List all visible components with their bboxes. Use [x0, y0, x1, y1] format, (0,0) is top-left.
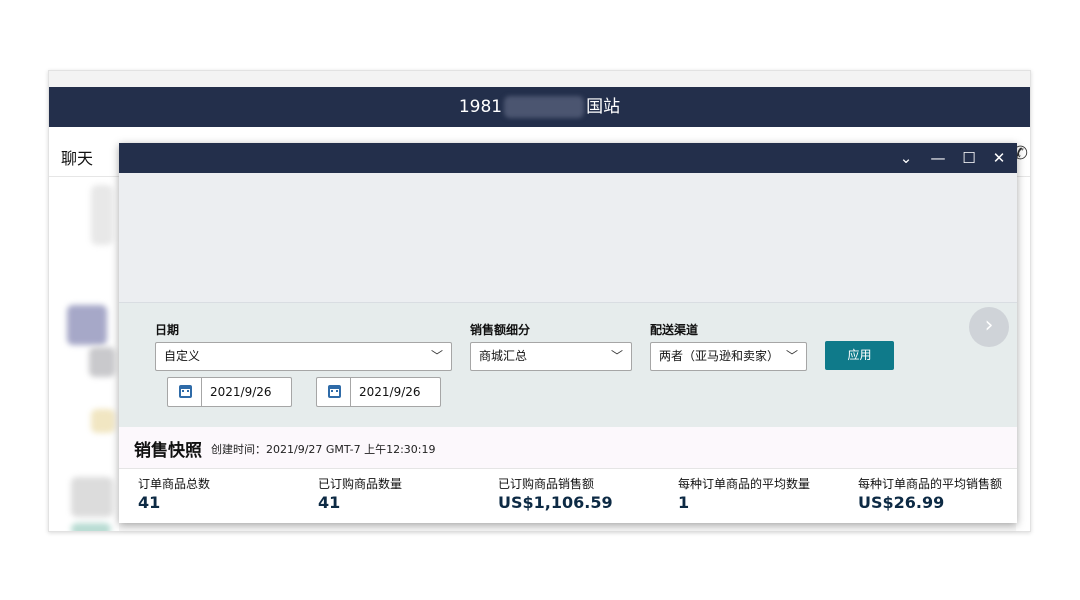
metric-total-order-items: 订单商品总数 41: [138, 475, 210, 512]
metric-value: US$1,106.59: [498, 493, 613, 512]
snapshot-header: 销售快照 创建时间：2021/9/27 GMT-7 上午12:30:19: [119, 427, 1017, 469]
minimize-icon[interactable]: —: [923, 143, 953, 173]
metric-label: 已订购商品销售额: [498, 477, 595, 491]
channel-label: 配送渠道: [650, 323, 699, 337]
sales-dialog: ⌄ — ☐ ✕ 日期 自定义 ﹀ 销售额细分 商城汇总 ﹀ 配送渠道 两者（亚马…: [119, 143, 1017, 523]
metric-label: 已订购商品数量: [318, 477, 403, 491]
title-suffix: 国站: [586, 97, 621, 117]
chevron-down-icon[interactable]: ⌄: [891, 143, 921, 173]
metric-value: 1: [678, 493, 690, 512]
background-sidebar: [49, 177, 119, 531]
chevron-down-icon: ﹀: [785, 349, 798, 363]
date-range-select[interactable]: 自定义 ﹀: [155, 342, 452, 371]
screen: 1981 国站 聊天 ✆ ⌄ — ☐ ✕ 日期 自定义 ﹀ 销售额细分 商城汇总…: [0, 0, 1080, 600]
metric-value: 41: [138, 493, 161, 512]
date-range-value: 自定义: [164, 349, 201, 363]
tab-chat[interactable]: 聊天: [61, 145, 94, 179]
breakdown-label: 销售额细分: [470, 323, 531, 337]
metric-value: US$26.99: [858, 493, 945, 512]
close-icon[interactable]: ✕: [984, 143, 1014, 173]
chevron-right-icon[interactable]: ›: [969, 307, 1009, 347]
breakdown-select[interactable]: 商城汇总 ﹀: [470, 342, 632, 371]
metric-units-ordered: 已订购商品数量 41: [318, 475, 402, 512]
channel-value: 两者（亚马逊和卖家）: [659, 349, 780, 363]
end-date-value: 2021/9/26: [359, 385, 421, 399]
end-date-field[interactable]: 2021/9/26: [316, 377, 441, 407]
dialog-empty-area: [119, 173, 1017, 303]
metric-avg-units-per-item: 每种订单商品的平均数量 1: [678, 475, 810, 512]
top-strip: [49, 71, 1030, 87]
calendar-icon[interactable]: [168, 378, 202, 406]
title-prefix: 1981: [458, 97, 503, 117]
dialog-titlebar: ⌄ — ☐ ✕: [119, 143, 1017, 173]
metric-label: 订单商品总数: [138, 477, 211, 491]
chevron-down-icon: ﹀: [610, 349, 623, 363]
sales-snapshot: 销售快照 创建时间：2021/9/27 GMT-7 上午12:30:19 订单商…: [119, 427, 1017, 523]
calendar-icon[interactable]: [317, 378, 351, 406]
blurred-avatar: [91, 409, 115, 433]
metric-ordered-sales: 已订购商品销售额 US$1,106.59: [498, 475, 613, 512]
apply-button[interactable]: 应用: [825, 341, 894, 370]
blurred-avatar: [71, 477, 113, 517]
background-window-title: 1981 国站: [49, 87, 1030, 127]
metric-label: 每种订单商品的平均数量: [678, 477, 811, 491]
metric-label: 每种订单商品的平均销售额: [858, 477, 1003, 491]
redacted-region: [504, 96, 585, 118]
blurred-avatar: [89, 347, 115, 377]
start-date-value: 2021/9/26: [210, 385, 272, 399]
metric-avg-sales-per-item: 每种订单商品的平均销售额 US$26.99: [858, 475, 1002, 512]
blurred-avatar: [91, 185, 113, 245]
metric-value: 41: [318, 493, 341, 512]
start-date-field[interactable]: 2021/9/26: [167, 377, 292, 407]
snapshot-title: 销售快照: [134, 441, 202, 461]
background-right-edge: [1016, 177, 1030, 531]
chevron-down-icon: ﹀: [430, 349, 443, 363]
blurred-avatar: [67, 305, 107, 345]
maximize-icon[interactable]: ☐: [954, 143, 984, 173]
channel-select[interactable]: 两者（亚马逊和卖家） ﹀: [650, 342, 807, 371]
blurred-avatar: [71, 523, 111, 531]
date-label: 日期: [155, 323, 180, 337]
breakdown-value: 商城汇总: [479, 349, 528, 363]
snapshot-created-time: 创建时间：2021/9/27 GMT-7 上午12:30:19: [211, 443, 436, 456]
